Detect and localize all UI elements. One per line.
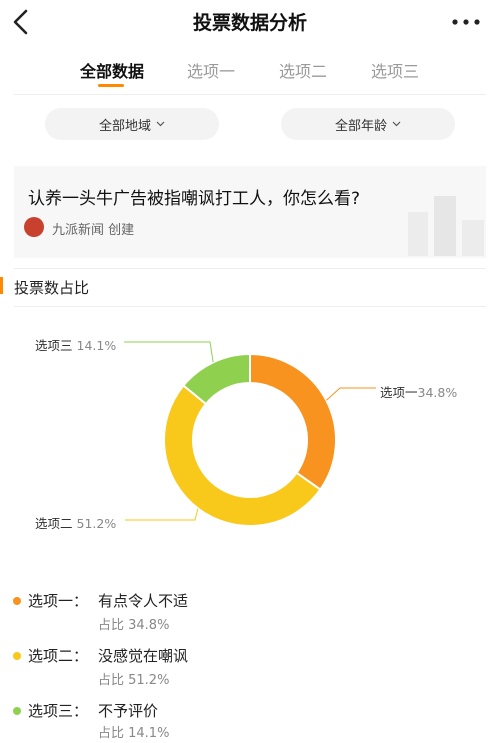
page-title: 投票数据分析 bbox=[192, 12, 307, 34]
tab-option-1[interactable]: 选项一 bbox=[187, 58, 235, 82]
section-accent-bar bbox=[0, 277, 3, 294]
legend-dot-option-3 bbox=[13, 707, 21, 715]
leader-line-option-3 bbox=[124, 341, 214, 363]
tab-option-2[interactable]: 选项二 bbox=[279, 58, 327, 82]
chevron-down-icon bbox=[156, 121, 165, 127]
legend-option-2-desc: 没感觉在嘲讽 bbox=[98, 647, 189, 665]
legend-dot-option-2 bbox=[13, 652, 21, 660]
legend-option-1-name: 选项一： bbox=[28, 592, 89, 610]
leader-line-option-1 bbox=[326, 387, 376, 401]
age-filter-label: 全部年龄 bbox=[334, 118, 387, 134]
legend-option-2-name: 选项二： bbox=[28, 647, 89, 665]
legend-option-1-share: 占比 34.8% bbox=[98, 618, 170, 633]
active-tab-indicator bbox=[98, 84, 124, 87]
legend-option-3-share: 占比 14.1% bbox=[98, 726, 170, 741]
region-filter-label: 全部地域 bbox=[98, 118, 151, 134]
section-divider bbox=[14, 268, 486, 269]
leader-line-option-2 bbox=[125, 508, 199, 521]
chart-label-percent: 34.8% bbox=[417, 385, 458, 400]
tab-all-data[interactable]: 全部数据 bbox=[80, 58, 144, 82]
legend-option-2-share: 占比 51.2% bbox=[98, 673, 170, 688]
chart-label-name: 选项二 bbox=[35, 516, 73, 531]
region-filter-dropdown[interactable]: 全部地域 bbox=[45, 108, 219, 140]
chart-label-option-3: 选项三 14.1% bbox=[35, 335, 116, 354]
age-filter-dropdown[interactable]: 全部年龄 bbox=[281, 108, 455, 140]
chart-label-name: 选项一 bbox=[380, 385, 418, 400]
source-logo-icon bbox=[24, 217, 44, 237]
legend-dot-option-1 bbox=[13, 597, 21, 605]
donut-slice-option-1 bbox=[249, 352, 337, 491]
question-title: 认养一头牛广告被指嘲讽打工人，你怎么看? bbox=[28, 189, 361, 209]
chart-label-percent: 51.2% bbox=[76, 516, 117, 531]
tab-option-3[interactable]: 选项三 bbox=[371, 58, 419, 82]
question-source: 九派新闻 创建 bbox=[52, 223, 135, 238]
legend-option-1-desc: 有点令人不适 bbox=[98, 592, 189, 610]
chart-label-percent: 14.1% bbox=[76, 338, 117, 353]
more-options-icon[interactable] bbox=[446, 12, 486, 32]
chart-label-option-1: 选项一34.8% bbox=[380, 382, 457, 401]
bar-chart-icon bbox=[408, 196, 484, 256]
chevron-down-icon bbox=[392, 121, 401, 127]
legend-option-3-name: 选项三： bbox=[28, 702, 89, 720]
tabs-divider bbox=[14, 94, 486, 95]
chart-label-name: 选项三 bbox=[35, 338, 73, 353]
legend-option-3-desc: 不予评价 bbox=[98, 702, 159, 720]
section-title: 投票数占比 bbox=[14, 279, 90, 297]
chart-label-option-2: 选项二 51.2% bbox=[35, 513, 116, 532]
